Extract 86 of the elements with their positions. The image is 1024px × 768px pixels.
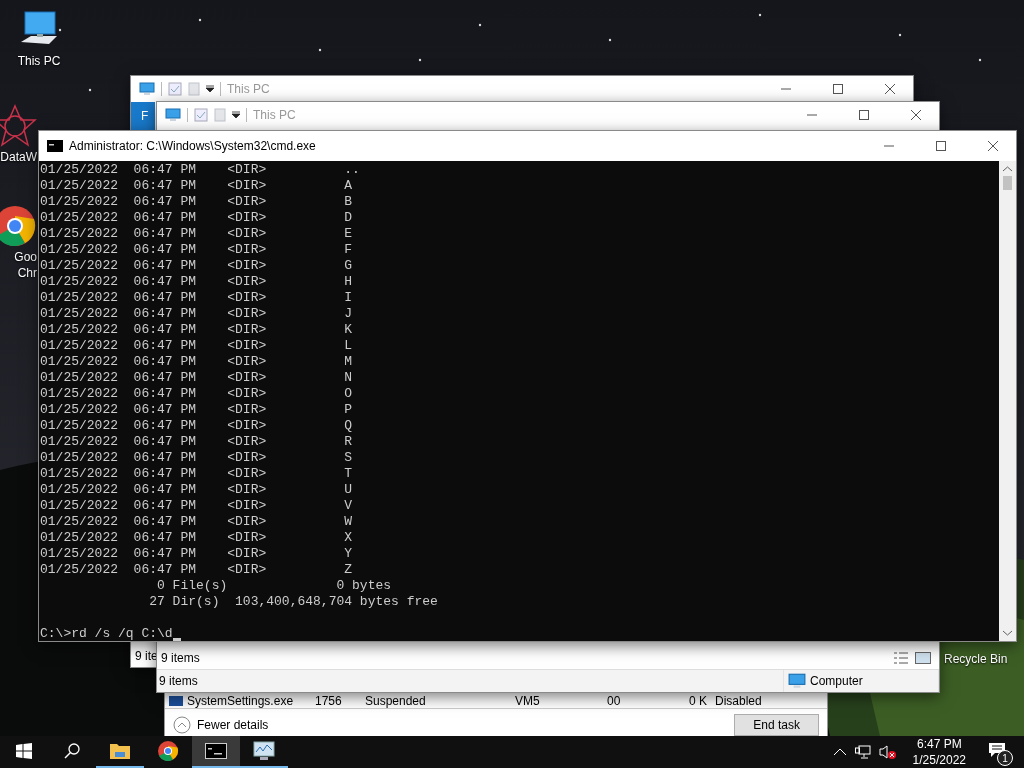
console-line: 01/25/2022 06:47 PM <DIR> B — [40, 194, 354, 210]
maximize-icon[interactable] — [936, 141, 946, 151]
close-icon[interactable] — [885, 84, 895, 94]
console-line: 01/25/2022 06:47 PM <DIR> J — [40, 306, 354, 322]
close-icon[interactable] — [911, 110, 921, 120]
folder-icon — [109, 742, 131, 760]
close-icon[interactable] — [988, 141, 998, 151]
table-cell-text: Suspended — [365, 693, 427, 708]
console-line: 01/25/2022 06:47 PM <DIR> L — [40, 338, 354, 354]
terminal-icon — [47, 140, 63, 152]
console-line: 27 Dir(s) 103,400,648,704 bytes free — [148, 594, 439, 610]
scroll-down-icon[interactable] — [1003, 630, 1012, 636]
monitor-chart-icon — [253, 741, 275, 761]
window-title: This PC — [253, 108, 296, 122]
console-line: 01/25/2022 06:47 PM <DIR> W — [40, 514, 354, 530]
table-cell-text: SystemSettings.exe — [187, 693, 295, 708]
console-line: 01/25/2022 06:47 PM <DIR> K — [40, 322, 354, 338]
console-line: 01/25/2022 06:47 PM <DIR> Z — [40, 562, 354, 578]
console-line: 01/25/2022 06:47 PM <DIR> X — [40, 530, 354, 546]
text-cursor — [172, 638, 181, 641]
console-line: 01/25/2022 06:47 PM <DIR> A — [40, 178, 354, 194]
computer-icon — [165, 107, 181, 123]
console-line: 01/25/2022 06:47 PM <DIR> O — [40, 386, 354, 402]
console-line: 01/25/2022 06:47 PM <DIR> M — [40, 354, 354, 370]
window-title: Administrator: C:\Windows\System32\cmd.exe — [69, 139, 316, 153]
icon-label[interactable]: Recycle Bin — [944, 652, 1008, 666]
volume-icon[interactable] — [878, 744, 897, 760]
end-task-button[interactable]: End task — [734, 714, 819, 736]
icon-label: Chr — [17, 266, 37, 280]
clock-time[interactable]: 6:47 PM — [916, 736, 962, 752]
search-icon — [64, 743, 80, 759]
desktop-icon[interactable]: This PC — [0, 8, 78, 68]
console-line: 01/25/2022 06:47 PM <DIR> R — [40, 434, 354, 450]
scroll-up-icon[interactable] — [1003, 166, 1012, 172]
console-line: 01/25/2022 06:47 PM <DIR> Y — [40, 546, 354, 562]
console-line: 01/25/2022 06:47 PM <DIR> Q — [40, 418, 354, 434]
icon-label: This PC — [17, 54, 61, 68]
ribbon-tab[interactable]: F — [131, 102, 155, 130]
location-text: Computer — [810, 674, 863, 688]
dropdown-icon[interactable] — [206, 85, 214, 93]
notification-badge: 1 — [997, 750, 1013, 766]
app-icon — [169, 695, 183, 706]
console-line: 01/25/2022 06:47 PM <DIR> .. — [40, 162, 361, 178]
dropdown-icon[interactable] — [232, 111, 240, 119]
taskbar-app-button[interactable] — [192, 736, 240, 768]
console-line: 01/25/2022 06:47 PM <DIR> I — [40, 290, 354, 306]
console-line: 01/25/2022 06:47 PM <DIR> S — [40, 450, 354, 466]
window-title: This PC — [227, 82, 270, 96]
console-line: 01/25/2022 06:47 PM <DIR> D — [40, 210, 354, 226]
table-cell-text: 1756 — [315, 693, 343, 708]
maximize-icon[interactable] — [833, 84, 843, 94]
console-line: 01/25/2022 06:47 PM <DIR> F — [40, 242, 354, 258]
console-line: 01/25/2022 06:47 PM <DIR> P — [40, 402, 354, 418]
icon-label: Goo — [14, 250, 37, 264]
computer-icon — [139, 81, 155, 97]
table-cell-text: 00 — [607, 693, 622, 708]
maximize-icon[interactable] — [859, 110, 869, 120]
fewer-details-link[interactable]: Fewer details — [197, 718, 269, 732]
details-view-icon[interactable] — [893, 651, 909, 665]
windows-icon — [16, 743, 32, 759]
details-text: 9 items — [159, 674, 198, 688]
large-icons-view-icon[interactable] — [915, 651, 931, 665]
computer-icon — [788, 672, 806, 690]
command-line: C:\>rd /s /q C:\d — [40, 626, 173, 641]
desktop-icon[interactable]: Goo Chr — [0, 204, 37, 280]
network-icon[interactable] — [854, 745, 871, 759]
console-line: 01/25/2022 06:47 PM <DIR> G — [40, 258, 354, 274]
console-line: 0 File(s) 0 bytes — [156, 578, 393, 594]
console-line: 01/25/2022 06:47 PM <DIR> V — [40, 498, 354, 514]
clock-date[interactable]: 1/25/2022 — [912, 752, 966, 768]
console-line: 01/25/2022 06:47 PM <DIR> H — [40, 274, 354, 290]
star-burst-icon — [0, 104, 37, 148]
console-line: 01/25/2022 06:47 PM <DIR> U — [40, 482, 354, 498]
table-cell-text: 0 K — [689, 693, 708, 708]
console-line: 01/25/2022 06:47 PM <DIR> E — [40, 226, 354, 242]
chrome-icon — [0, 204, 37, 248]
chrome-icon — [157, 740, 179, 762]
desktop-icon[interactable]: DataW — [0, 104, 37, 164]
terminal-icon — [205, 743, 227, 759]
console-line: 01/25/2022 06:47 PM <DIR> N — [40, 370, 354, 386]
status-text: 9 items — [161, 651, 200, 665]
scrollbar-thumb[interactable] — [1003, 176, 1012, 190]
console-line: 01/25/2022 06:47 PM <DIR> T — [40, 466, 354, 482]
table-cell-text: VM5 — [515, 693, 541, 708]
table-cell-text: Disabled — [715, 693, 763, 708]
icon-label: DataW — [0, 150, 37, 164]
